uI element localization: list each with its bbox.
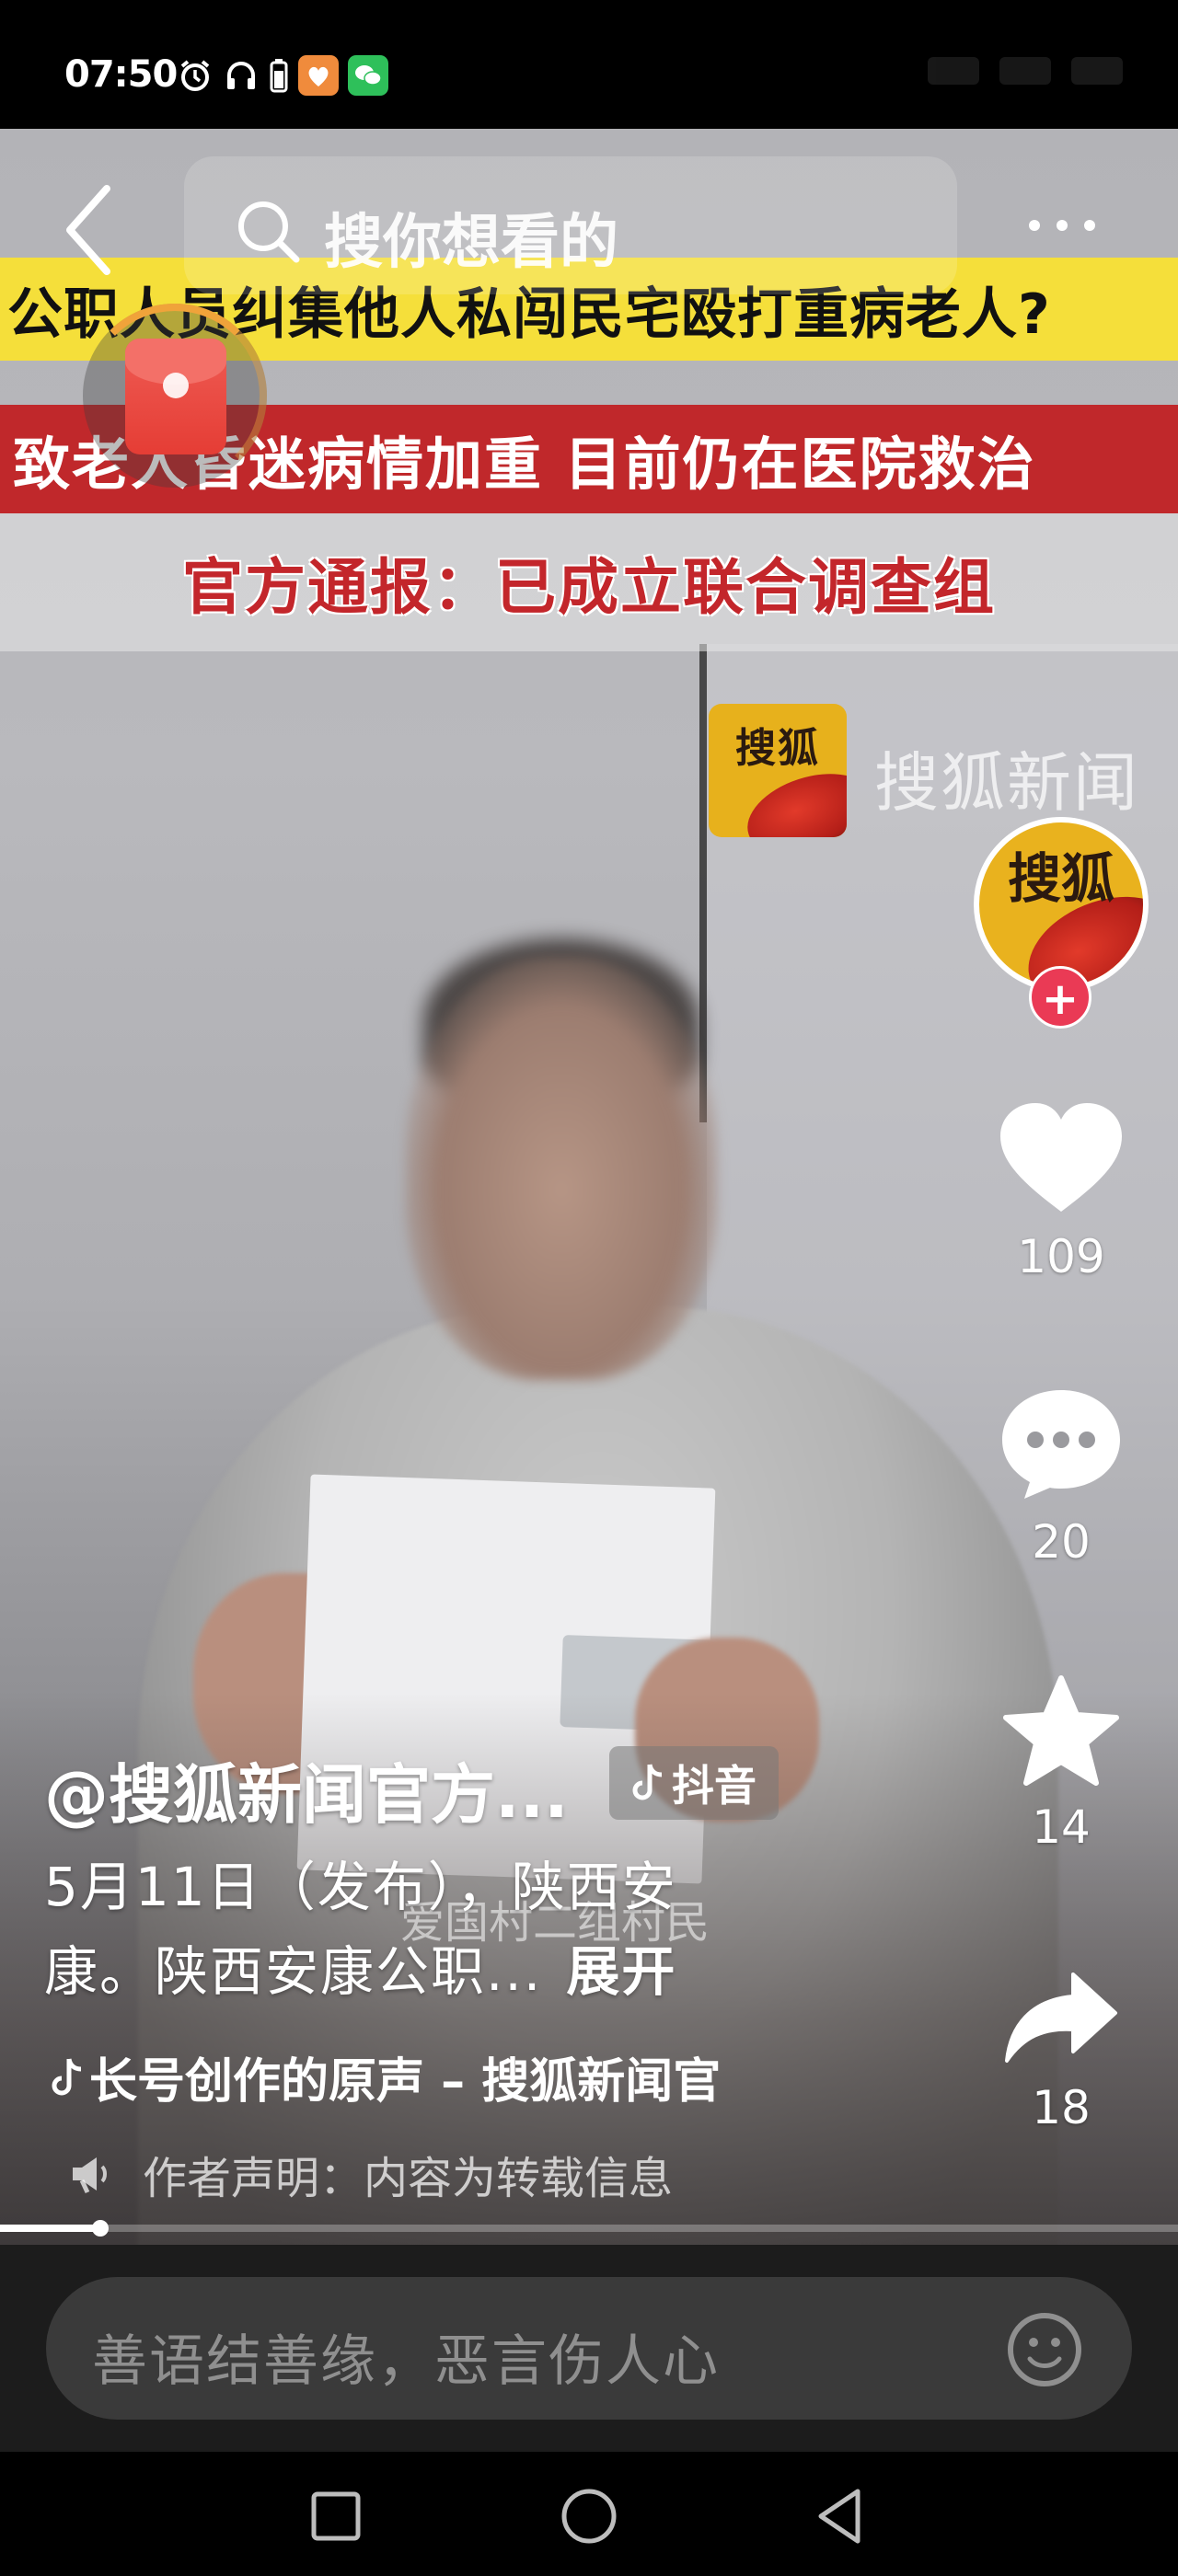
headline-banner-white: 官方通报：已成立联合调查组	[0, 513, 1178, 651]
orange-app-icon	[298, 55, 339, 96]
home-button[interactable]	[557, 2484, 621, 2548]
chevron-left-icon	[66, 185, 110, 275]
description-line-2: 康。陕西安康公职...	[44, 1940, 543, 2003]
douyin-tag[interactable]: 抖音	[609, 1746, 779, 1820]
status-bar: 07:50	[0, 0, 1178, 129]
back-button[interactable]	[55, 179, 129, 281]
alarm-icon	[177, 57, 214, 94]
author-name[interactable]: @搜狐新闻官方...	[44, 1743, 569, 1836]
expand-button[interactable]: 展开	[566, 1940, 676, 2003]
status-right-icons	[928, 57, 1123, 85]
red-packet-button[interactable]	[83, 304, 267, 488]
video-progress-fill	[0, 2225, 100, 2232]
status-icons	[177, 55, 388, 96]
notice-text: 作者声明：内容为转载信息	[143, 2153, 674, 2204]
emoji-button[interactable]	[1006, 2311, 1083, 2388]
emoji-icon	[1008, 2313, 1081, 2386]
douyin-logo-icon	[632, 1764, 663, 1800]
author-notice: 作者声明：内容为转载信息	[69, 2142, 673, 2206]
share-count: 18	[1032, 2081, 1091, 2134]
comment-button[interactable]: 20	[994, 1385, 1128, 1569]
recent-apps-button[interactable]	[304, 2484, 368, 2548]
sohu-watermark-logo: 搜狐	[709, 704, 847, 837]
square-icon	[311, 2491, 361, 2541]
music-label: 长号创作的原声 – 搜狐新闻官	[89, 2054, 722, 2110]
comment-placeholder[interactable]: 善语结善缘，恶言伤人心	[92, 2317, 720, 2397]
like-count: 109	[1017, 1230, 1105, 1283]
triangle-back-icon	[818, 2489, 860, 2544]
status-time: 07:50	[64, 53, 178, 96]
favorite-button[interactable]: 14	[994, 1674, 1128, 1854]
heart-icon	[1000, 1103, 1122, 1212]
follow-button[interactable]: +	[1029, 966, 1091, 1029]
headline-3: 官方通报：已成立联合调查组	[182, 552, 996, 623]
music-info[interactable]: 长号创作的原声 – 搜狐新闻官	[51, 2042, 721, 2111]
more-dot-icon	[1029, 220, 1040, 231]
search-placeholder[interactable]: 搜你想看的	[324, 195, 618, 280]
blurred-face	[405, 957, 718, 1380]
share-arrow-icon	[1005, 1972, 1117, 2063]
comment-bubble-icon	[1002, 1390, 1120, 1499]
headphones-icon	[223, 57, 260, 94]
megaphone-icon	[73, 2157, 107, 2194]
description-line-1: 5月11日（发布），陕西安	[44, 1856, 677, 1918]
battery-icon	[269, 57, 289, 94]
sohu-watermark-text: 搜狐新闻	[874, 745, 1139, 821]
favorite-count: 14	[1032, 1800, 1091, 1854]
wechat-icon	[348, 55, 388, 96]
video-progress-track[interactable]	[0, 2225, 1178, 2232]
back-nav-button[interactable]	[808, 2484, 872, 2548]
video-progress-handle[interactable]	[92, 2220, 109, 2237]
circle-icon	[561, 2489, 617, 2544]
music-note-icon	[52, 2057, 82, 2095]
post-description[interactable]: 5月11日（发布），陕西安 康。陕西安康公职... 展开	[44, 1845, 780, 2014]
douyin-tag-label: 抖音	[672, 1761, 756, 1811]
search-icon	[232, 195, 306, 269]
star-icon	[1003, 1675, 1119, 1786]
like-button[interactable]: 109	[994, 1099, 1128, 1283]
comment-count: 20	[1032, 1515, 1091, 1569]
share-button[interactable]: 18	[994, 1969, 1128, 2134]
more-options-button[interactable]	[1029, 212, 1112, 239]
